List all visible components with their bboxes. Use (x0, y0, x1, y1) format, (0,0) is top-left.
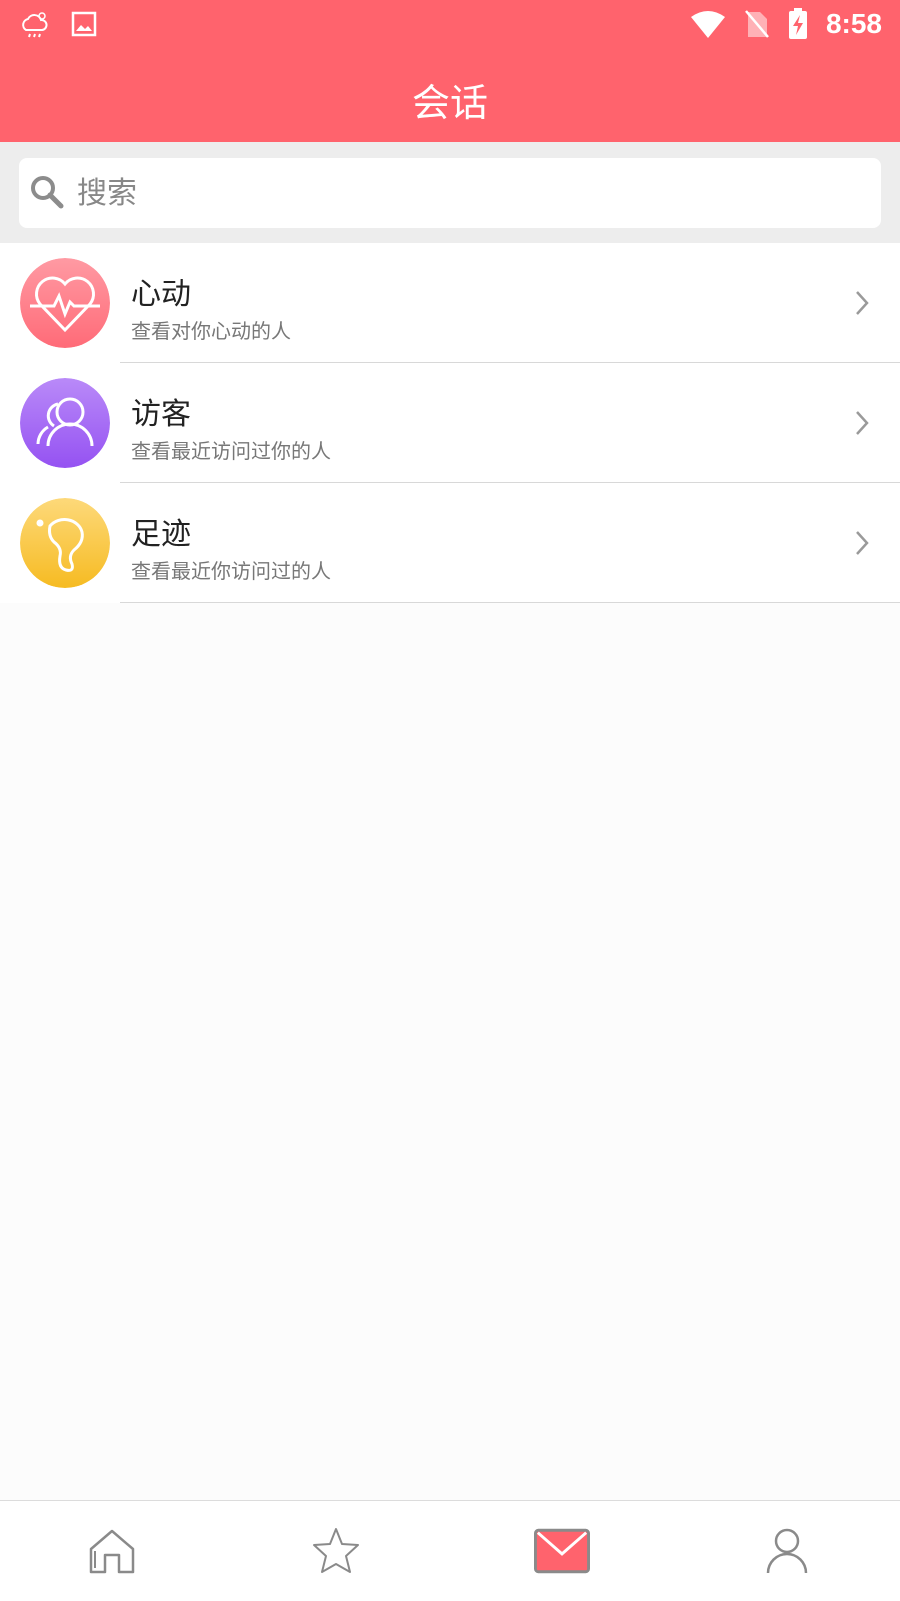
battery-charging-icon (788, 8, 807, 39)
search-box[interactable] (19, 158, 881, 228)
bottom-tab-bar (0, 1500, 900, 1601)
weather-icon (22, 12, 48, 38)
chevron-right-icon (856, 291, 869, 315)
tab-messages[interactable] (534, 1523, 590, 1579)
list-item-heartbeat[interactable]: 心动 查看对你心动的人 (0, 243, 900, 363)
status-time: 8:58 (825, 8, 882, 39)
list-item-title: 足迹 (131, 517, 191, 552)
search-icon (31, 176, 64, 209)
star-icon (313, 1528, 359, 1573)
list-item-footprints[interactable]: 足迹 查看最近你访问过的人 (0, 483, 900, 603)
list-item-title: 心动 (131, 277, 191, 312)
divider (120, 602, 900, 603)
home-icon (89, 1529, 135, 1574)
app-bar: 会话 (0, 52, 900, 142)
tab-favorites[interactable] (308, 1523, 364, 1579)
list-item-subtitle: 查看对你心动的人 (131, 319, 291, 343)
conversation-list: 心动 查看对你心动的人 访客 查看最近访问过你的人 足迹 查看最近你访问过的人 (0, 243, 900, 603)
status-bar: 8:58 (0, 0, 900, 52)
no-sim-icon (744, 10, 769, 38)
tab-profile[interactable] (759, 1523, 815, 1579)
search-input[interactable] (75, 166, 859, 220)
wifi-icon (690, 11, 725, 38)
person-icon (766, 1528, 808, 1574)
search-bar (0, 142, 900, 243)
image-icon (71, 11, 97, 37)
heart-pulse-icon (20, 258, 110, 348)
visitors-icon (20, 378, 110, 468)
mail-icon (534, 1528, 590, 1574)
list-item-subtitle: 查看最近访问过你的人 (131, 439, 331, 463)
tab-home[interactable] (84, 1523, 140, 1579)
chevron-right-icon (856, 411, 869, 435)
footprint-icon (20, 498, 110, 588)
chevron-right-icon (856, 531, 869, 555)
list-item-visitors[interactable]: 访客 查看最近访问过你的人 (0, 363, 900, 483)
list-item-subtitle: 查看最近你访问过的人 (131, 559, 331, 583)
list-item-title: 访客 (131, 397, 191, 432)
page-title: 会话 (411, 81, 488, 125)
